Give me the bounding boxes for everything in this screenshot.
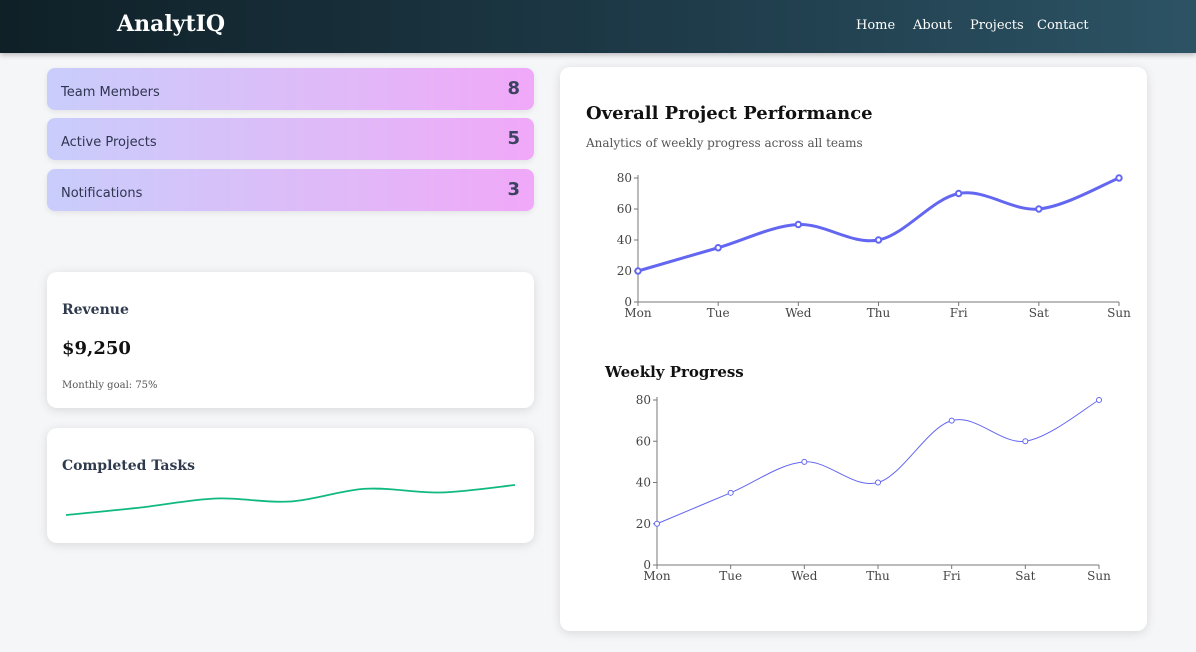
y-tick-label: 20 — [636, 517, 651, 531]
x-tick-label: Wed — [791, 569, 817, 583]
x-tick-label: Sat — [1015, 569, 1035, 583]
data-point — [875, 479, 881, 486]
y-tick-label: 60 — [636, 434, 651, 448]
stat-card-team-members: Team Members 8 — [47, 68, 534, 110]
stat-card-active-projects: Active Projects 5 — [47, 118, 534, 160]
data-point — [1096, 397, 1102, 403]
series-line — [656, 399, 1100, 525]
stat-value: 8 — [507, 78, 520, 99]
data-point — [1022, 438, 1029, 445]
x-tick-label: Mon — [643, 569, 671, 583]
revenue-card: Revenue $9,250 Monthly goal: 75% — [47, 272, 534, 408]
y-tick-label: 40 — [636, 476, 651, 490]
y-tick-label: 80 — [636, 393, 651, 407]
data-point — [654, 520, 660, 527]
data-point — [948, 417, 955, 424]
revenue-title: Revenue — [62, 302, 129, 318]
stat-label: Notifications — [61, 186, 143, 201]
x-tick-label: Fri — [943, 569, 961, 583]
revenue-goal: Monthly goal: 75% — [62, 380, 158, 391]
x-tick-label: Sun — [1087, 569, 1111, 583]
completed-tasks-sparkline — [65, 484, 516, 516]
sparkline-path — [65, 484, 516, 516]
data-point — [801, 458, 808, 465]
nav-link-contact[interactable]: Contact — [1037, 18, 1089, 33]
nav-link-home[interactable]: Home — [856, 18, 895, 33]
revenue-amount: $9,250 — [62, 338, 131, 359]
stat-card-notifications: Notifications 3 — [47, 169, 534, 211]
data-point — [727, 489, 734, 496]
weekly-progress-line-chart: 020406080Mon Tue Wed Thu Fri Sat Sun — [636, 393, 1111, 583]
navbar: AnalytIQ Home About Projects Contact — [0, 0, 1196, 53]
stat-value: 3 — [507, 179, 520, 200]
x-tick-label: Tue — [719, 569, 742, 583]
nav-link-projects[interactable]: Projects — [970, 18, 1024, 33]
performance-card: Overall Project Performance Analytics of… — [560, 67, 1147, 631]
nav-link-about[interactable]: About — [913, 18, 952, 33]
stat-label: Active Projects — [61, 135, 157, 150]
completed-tasks-card: Completed Tasks — [47, 428, 534, 543]
brand-logo[interactable]: AnalytIQ — [117, 11, 225, 37]
x-tick-label: Thu — [866, 569, 890, 583]
stat-label: Team Members — [61, 85, 160, 100]
stat-value: 5 — [507, 128, 520, 149]
